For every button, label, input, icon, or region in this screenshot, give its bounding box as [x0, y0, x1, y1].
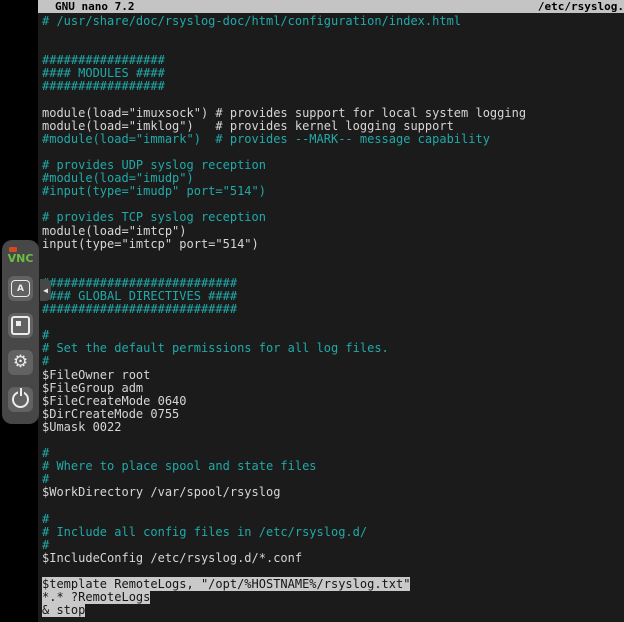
- novnc-logo-text: VNC: [8, 253, 34, 264]
- editor-line: [42, 251, 624, 264]
- editor-content: # /usr/share/doc/rsyslog-doc/html/config…: [38, 13, 624, 617]
- keyboard-button[interactable]: A: [8, 276, 33, 301]
- editor-line: #input(type="imudp" port="514"): [42, 185, 624, 198]
- editor-line: # Include all config files in /etc/rsysl…: [42, 526, 624, 539]
- editor-line: $IncludeConfig /etc/rsyslog.d/*.conf: [42, 552, 624, 565]
- fullscreen-button[interactable]: [8, 313, 33, 338]
- editor-line: [42, 499, 624, 512]
- nano-titlebar: GNU nano 7.2 /etc/rsyslog.: [38, 0, 624, 13]
- editor-line: [42, 28, 624, 41]
- editor-line: #module(load="immark") # provides --MARK…: [42, 133, 624, 146]
- editor-line: $Umask 0022: [42, 421, 624, 434]
- fullscreen-icon: [11, 316, 30, 335]
- power-button[interactable]: [8, 387, 33, 412]
- novnc-logo-icon: VNC: [8, 247, 34, 264]
- gear-icon: ⚙: [13, 354, 28, 371]
- editor-line: ###########################: [42, 303, 624, 316]
- editor-line: [42, 316, 624, 329]
- power-icon: [12, 391, 29, 408]
- editor-line: # Where to place spool and state files: [42, 460, 624, 473]
- novnc-control-bar: VNC A ⚙: [2, 240, 39, 424]
- editor-line: $DirCreateMode 0755: [42, 408, 624, 421]
- control-bar-handle[interactable]: ◀: [40, 279, 51, 301]
- editor-line: input(type="imtcp" port="514"): [42, 238, 624, 251]
- settings-button[interactable]: ⚙: [8, 350, 33, 375]
- editor-line: & stop: [42, 604, 624, 617]
- editor-line: [42, 434, 624, 447]
- terminal-window[interactable]: GNU nano 7.2 /etc/rsyslog. # /usr/share/…: [38, 0, 624, 622]
- file-path-label: /etc/rsyslog.: [538, 0, 624, 13]
- editor-line: #################: [42, 80, 624, 93]
- editor-line: # /usr/share/doc/rsyslog-doc/html/config…: [42, 15, 624, 28]
- keyboard-icon: A: [11, 280, 30, 297]
- editor-line: *.* ?RemoteLogs: [42, 591, 624, 604]
- chevron-left-icon: ◀: [43, 286, 48, 295]
- nano-version-label: GNU nano 7.2: [38, 0, 134, 13]
- editor-line: # Set the default permissions for all lo…: [42, 342, 624, 355]
- editor-line: $WorkDirectory /var/spool/rsyslog: [42, 486, 624, 499]
